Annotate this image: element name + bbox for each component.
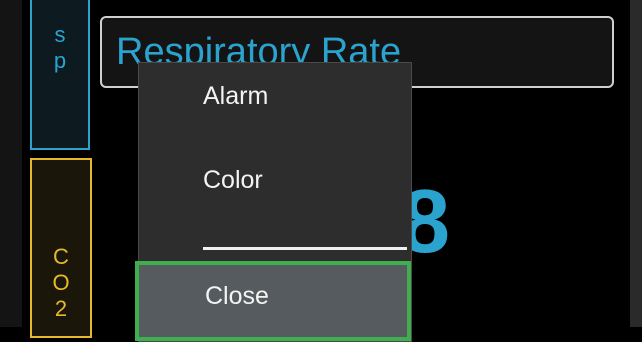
co2-tab[interactable]: C O 2 [30,158,92,338]
spo2-tab[interactable]: s p [30,0,90,150]
menu-item-color[interactable]: Color [139,155,411,205]
menu-separator [203,247,407,250]
left-edge-strip [0,0,22,327]
co2-tab-letter: C [53,244,69,269]
context-menu: Alarm Color Close [135,62,412,342]
co2-tab-letter: 2 [54,296,68,321]
menu-item-close[interactable]: Close [135,261,411,341]
spo2-tab-letter: s [54,22,66,47]
menu-item-alarm[interactable]: Alarm [139,71,411,121]
co2-tab-letter: O [52,270,70,295]
right-edge-strip [630,0,642,327]
spo2-tab-letter: p [53,48,67,73]
